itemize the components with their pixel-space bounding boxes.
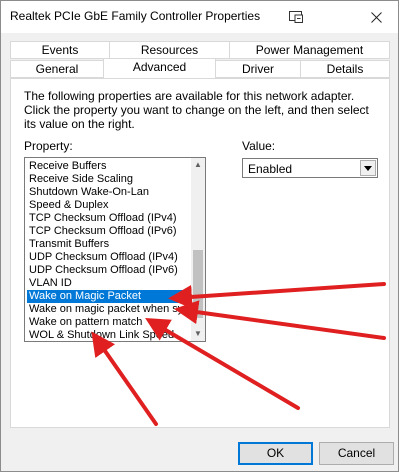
scroll-up-icon[interactable]: ▲ [191,158,205,172]
list-item[interactable]: UDP Checksum Offload (IPv6) [27,264,189,277]
list-scrollbar[interactable]: ▲ ▼ [191,158,205,341]
tab-events[interactable]: Events [10,41,110,59]
list-item[interactable]: Receive Side Scaling [27,173,189,186]
cancel-button[interactable]: Cancel [319,442,394,465]
property-label: Property: [24,139,73,153]
tab-details[interactable]: Details [300,60,390,78]
tab-driver[interactable]: Driver [215,60,301,78]
list-item-selected[interactable]: Wake on Magic Packet [27,290,189,303]
ok-button[interactable]: OK [238,442,313,465]
list-item[interactable]: Wake on magic packet when syst [27,303,189,316]
list-item[interactable]: Receive Buffers [27,160,189,173]
scroll-down-icon[interactable]: ▼ [191,327,205,341]
value-dropdown[interactable]: Enabled [242,158,378,178]
chevron-down-icon [364,165,372,171]
help-icon [289,11,303,23]
property-list[interactable]: Receive Buffers Receive Side Scaling Shu… [24,157,206,342]
tab-general[interactable]: General [10,60,104,78]
list-item[interactable]: WOL & Shutdown Link Speed [27,329,189,341]
list-item[interactable]: Speed & Duplex [27,199,189,212]
list-item[interactable]: Wake on pattern match [27,316,189,329]
list-item[interactable]: UDP Checksum Offload (IPv4) [27,251,189,264]
list-item[interactable]: TCP Checksum Offload (IPv4) [27,212,189,225]
list-item[interactable]: Transmit Buffers [27,238,189,251]
value-label: Value: [242,139,276,153]
help-button[interactable] [273,1,319,33]
title-bar[interactable]: Realtek PCIe GbE Family Controller Prope… [1,1,398,33]
list-item[interactable]: VLAN ID [27,277,189,290]
window-title: Realtek PCIe GbE Family Controller Prope… [10,9,261,23]
tab-power-management[interactable]: Power Management [229,41,390,59]
advanced-panel: The following properties are available f… [10,78,390,428]
dropdown-button[interactable] [360,160,376,176]
list-item[interactable]: TCP Checksum Offload (IPv6) [27,225,189,238]
close-button[interactable] [353,1,399,33]
scroll-thumb[interactable] [193,250,203,318]
tab-resources[interactable]: Resources [109,41,230,59]
close-icon [370,11,382,23]
value-dropdown-selected: Enabled [248,162,293,176]
properties-dialog: Realtek PCIe GbE Family Controller Prope… [0,0,399,472]
list-item[interactable]: Shutdown Wake-On-Lan [27,186,189,199]
description-text: The following properties are available f… [24,89,369,131]
tab-advanced[interactable]: Advanced [103,58,216,78]
